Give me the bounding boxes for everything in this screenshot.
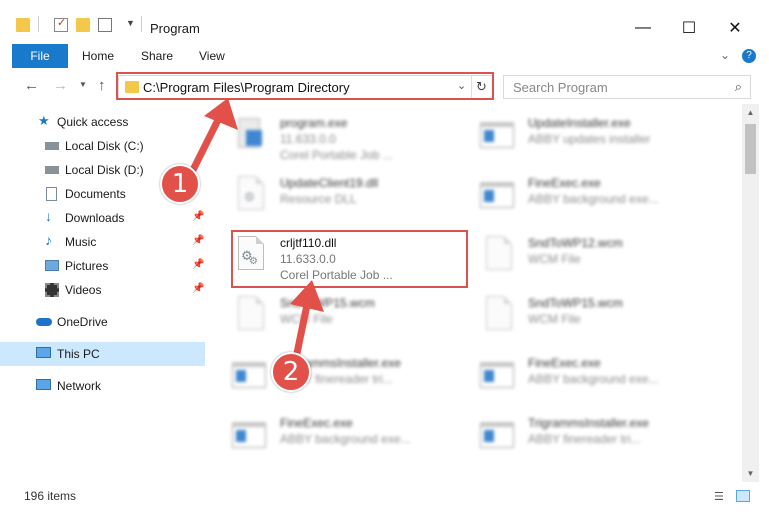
list-item[interactable]: ⚙ UpdateClient19.dll Resource DLL [212, 168, 452, 224]
sidebar-item-onedrive[interactable]: OneDrive [0, 310, 205, 334]
window-title: Program [150, 21, 200, 36]
minimize-button[interactable]: — [620, 14, 666, 42]
list-item[interactable]: SndToWP15.wcm WCM File [460, 288, 700, 344]
sidebar-item-this-pc[interactable]: This PC [0, 342, 205, 366]
download-icon: ↓ [45, 208, 52, 224]
computer-icon [36, 347, 51, 358]
tab-share[interactable]: Share [141, 49, 173, 63]
blank-file-icon [480, 236, 516, 276]
list-item[interactable]: FineExec.exe ABBY background exe... [460, 348, 700, 404]
chevron-down-icon[interactable]: ⌄ [720, 48, 730, 62]
exe-icon [480, 356, 516, 396]
sidebar-item-network[interactable]: Network [0, 374, 205, 398]
search-box[interactable]: Search Program ⌕ [503, 75, 751, 99]
list-item[interactable]: TrigrammsInstaller.exe ABBY finereader t… [460, 408, 700, 464]
list-item[interactable]: TrigrammsInstaller.exe ABBY finereader t… [212, 348, 452, 404]
sidebar-item-label: OneDrive [57, 315, 108, 329]
dll-icon: ⚙ [232, 176, 268, 216]
sidebar-item-pictures[interactable]: Pictures 📌 [0, 254, 205, 278]
large-icons-view-icon[interactable] [736, 490, 750, 502]
maximize-button[interactable]: ☐ [666, 14, 712, 42]
recent-dropdown-icon[interactable]: ▼ [79, 80, 87, 89]
documents-icon [46, 187, 57, 201]
properties-icon[interactable]: ✓ [54, 17, 68, 32]
sidebar-item-label: Downloads [65, 211, 125, 225]
file-list: program.exe 11.633.0.0 Corel Portable Jo… [212, 104, 742, 482]
exe-icon [480, 176, 516, 216]
vertical-scrollbar[interactable]: ▲ ▼ [742, 104, 759, 482]
tab-view[interactable]: View [199, 49, 225, 63]
sidebar-item-label: Local Disk (C:) [65, 139, 144, 153]
details-view-icon[interactable]: ☰ [714, 490, 728, 503]
item-count: 196 items [24, 489, 77, 503]
sidebar-item-label: Local Disk (D:) [65, 163, 144, 177]
sidebar-item-label: Network [57, 379, 102, 393]
up-arrow-icon[interactable]: ↑ [98, 77, 106, 94]
list-item[interactable]: program.exe 11.633.0.0 Corel Portable Jo… [212, 108, 452, 164]
ribbon-tabs: File Home Share View ⌄ ? [0, 44, 769, 68]
blank-file-icon [480, 296, 516, 336]
list-item[interactable]: UpdateInstaller.exe ABBY updates install… [460, 108, 700, 164]
sidebar-item-videos[interactable]: Videos 📌 [0, 278, 205, 302]
sidebar-item-quick-access[interactable]: ★ Quick access [0, 110, 205, 134]
exe-icon [232, 416, 268, 456]
navigation-pane: ★ Quick access Local Disk (C:) Local Dis… [0, 104, 207, 482]
step-badge-1: 1 [160, 164, 200, 204]
exe-icon [232, 356, 268, 396]
scroll-down-icon[interactable]: ▼ [742, 465, 759, 482]
tab-file[interactable]: File [12, 44, 68, 68]
forward-arrow-icon[interactable]: → [53, 77, 68, 94]
title-bar: ✓ ▼ Program — ☐ ✕ [0, 0, 769, 44]
sidebar-item-music[interactable]: ♪ Music 📌 [0, 230, 205, 254]
qat-dropdown-icon[interactable]: ▼ [126, 18, 135, 28]
back-arrow-icon[interactable]: ← [24, 77, 39, 94]
file-highlight [231, 230, 468, 288]
pin-icon[interactable]: 📌 [192, 283, 204, 294]
step-badge-2: 2 [271, 352, 311, 392]
search-icon: ⌕ [734, 79, 742, 94]
installer-icon [232, 116, 268, 156]
search-input[interactable]: Search Program [513, 80, 608, 95]
pin-icon[interactable]: 📌 [192, 235, 204, 246]
sidebar-item-downloads[interactable]: ↓ Downloads 📌 [0, 206, 205, 230]
sidebar-item-label: Documents [65, 187, 126, 201]
tab-home[interactable]: Home [82, 49, 114, 63]
list-item[interactable]: SndToWP15.wcm WCM File [212, 288, 452, 344]
address-row: ← → ▼ ↑ C:\Program Files\Program Directo… [0, 68, 769, 104]
drive-icon [45, 166, 59, 174]
list-item[interactable]: FineExec.exe ABBY background exe... [212, 408, 452, 464]
sidebar-item-label: This PC [57, 347, 100, 361]
videos-icon [45, 283, 59, 297]
customize-icon[interactable] [98, 18, 112, 32]
exe-icon [480, 116, 516, 156]
music-icon: ♪ [45, 232, 52, 248]
pin-icon[interactable]: 📌 [192, 211, 204, 222]
sidebar-item-label: Music [65, 235, 97, 249]
folder-icon [16, 18, 30, 32]
separator [38, 16, 39, 32]
status-bar: 196 items ☰ [0, 482, 769, 518]
drive-icon [45, 142, 59, 150]
exe-icon [480, 416, 516, 456]
pin-icon[interactable]: 📌 [192, 259, 204, 270]
new-folder-icon[interactable] [76, 18, 90, 32]
cloud-icon [36, 318, 52, 326]
sidebar-item-local-disk-c[interactable]: Local Disk (C:) [0, 134, 205, 158]
network-icon [36, 379, 51, 390]
pictures-icon [45, 260, 59, 271]
sidebar-item-label: Videos [65, 283, 102, 297]
close-button[interactable]: ✕ [712, 14, 758, 42]
sidebar-item-label: Pictures [65, 259, 109, 273]
scroll-thumb[interactable] [745, 124, 756, 174]
separator [141, 16, 142, 32]
sidebar-item-label: Quick access [57, 115, 129, 129]
list-item[interactable]: SndToWP12.wcm WCM File [460, 228, 700, 284]
star-icon: ★ [38, 113, 50, 128]
list-item[interactable]: FineExec.exe ABBY background exe... [460, 168, 700, 224]
help-button[interactable]: ? [742, 49, 756, 63]
address-highlight [116, 72, 494, 100]
blank-file-icon [232, 296, 268, 336]
scroll-up-icon[interactable]: ▲ [742, 104, 759, 121]
